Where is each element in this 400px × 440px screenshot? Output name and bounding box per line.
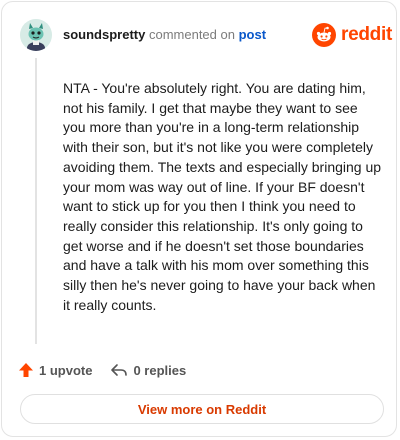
user-avatar[interactable]: [20, 19, 52, 51]
snoo-avatar-icon: [20, 19, 52, 51]
post-link[interactable]: post: [239, 27, 266, 42]
replies-count: 0 replies: [133, 362, 187, 378]
embedded-comment-card: soundspretty commented on post reddit NT…: [1, 1, 397, 437]
username-link[interactable]: soundspretty: [63, 27, 145, 42]
comment-header: soundspretty commented on post: [63, 28, 266, 42]
reply-arrow-icon: [111, 364, 128, 376]
reddit-wordmark: reddit: [341, 24, 392, 45]
upvote-arrow-icon: [19, 363, 33, 377]
view-more-button[interactable]: View more on Reddit: [20, 394, 384, 424]
comment-body: NTA - You're absolutely right. You are d…: [63, 80, 382, 313]
action-text: commented on: [148, 27, 235, 42]
comment-actions: 1 upvote 0 replies: [18, 359, 186, 381]
upvote-count: 1 upvote: [39, 362, 93, 378]
upvote-button[interactable]: 1 upvote: [18, 362, 92, 378]
reddit-snoo-icon: [312, 23, 336, 47]
replies-button[interactable]: 0 replies: [110, 362, 186, 378]
reddit-logo[interactable]: reddit: [312, 22, 392, 48]
thread-line: [35, 58, 37, 344]
